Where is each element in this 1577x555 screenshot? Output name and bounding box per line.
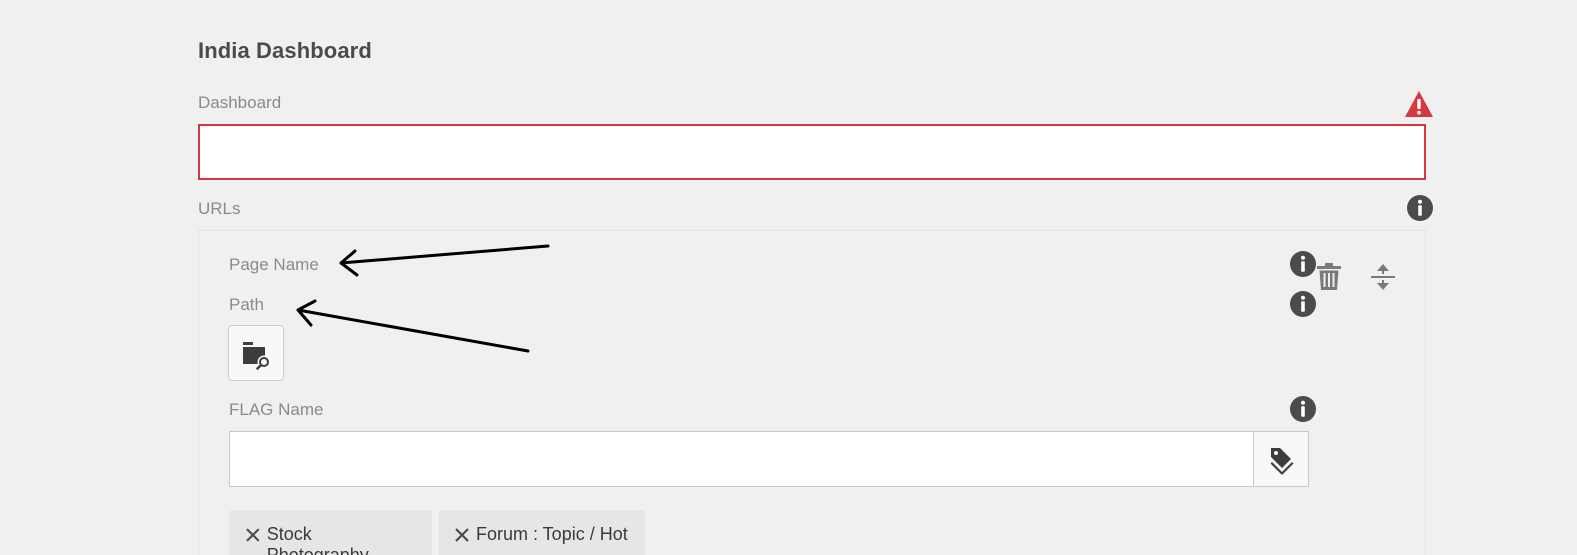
alert-triangle-icon [1405, 91, 1433, 117]
path-browser-button[interactable] [228, 325, 284, 381]
tag-chip: Forum : Topic / Hot [438, 510, 645, 555]
page-name-label: Page Name [229, 255, 319, 274]
info-icon[interactable] [1289, 290, 1317, 318]
info-icon[interactable] [1406, 194, 1434, 222]
reorder-icon[interactable] [1370, 262, 1396, 292]
tag-chip-label: Stock Photography [266, 524, 369, 555]
trash-icon[interactable] [1316, 262, 1342, 292]
page-title: India Dashboard [198, 38, 372, 63]
dialog-root: India Dashboard Dashboard URLs Page Name [0, 0, 1577, 555]
tag-picker-button[interactable] [1253, 431, 1309, 487]
tag-chip-label: Forum : Topic / Hot [476, 524, 628, 544]
folder-search-icon [243, 342, 271, 370]
dashboard-label: Dashboard [198, 93, 282, 112]
tags-icon [1270, 448, 1294, 475]
urls-label: URLs [198, 199, 241, 218]
info-icon[interactable] [1289, 250, 1317, 278]
flag-name-input[interactable] [229, 431, 1254, 487]
tag-chip: Stock Photography [229, 510, 432, 555]
urls-multifield-item [198, 230, 1426, 555]
dashboard-input[interactable] [198, 124, 1426, 180]
flag-name-label: FLAG Name [229, 400, 324, 419]
close-icon[interactable] [454, 527, 470, 543]
path-label: Path [229, 295, 264, 314]
close-icon[interactable] [245, 527, 261, 543]
info-icon[interactable] [1289, 395, 1317, 423]
